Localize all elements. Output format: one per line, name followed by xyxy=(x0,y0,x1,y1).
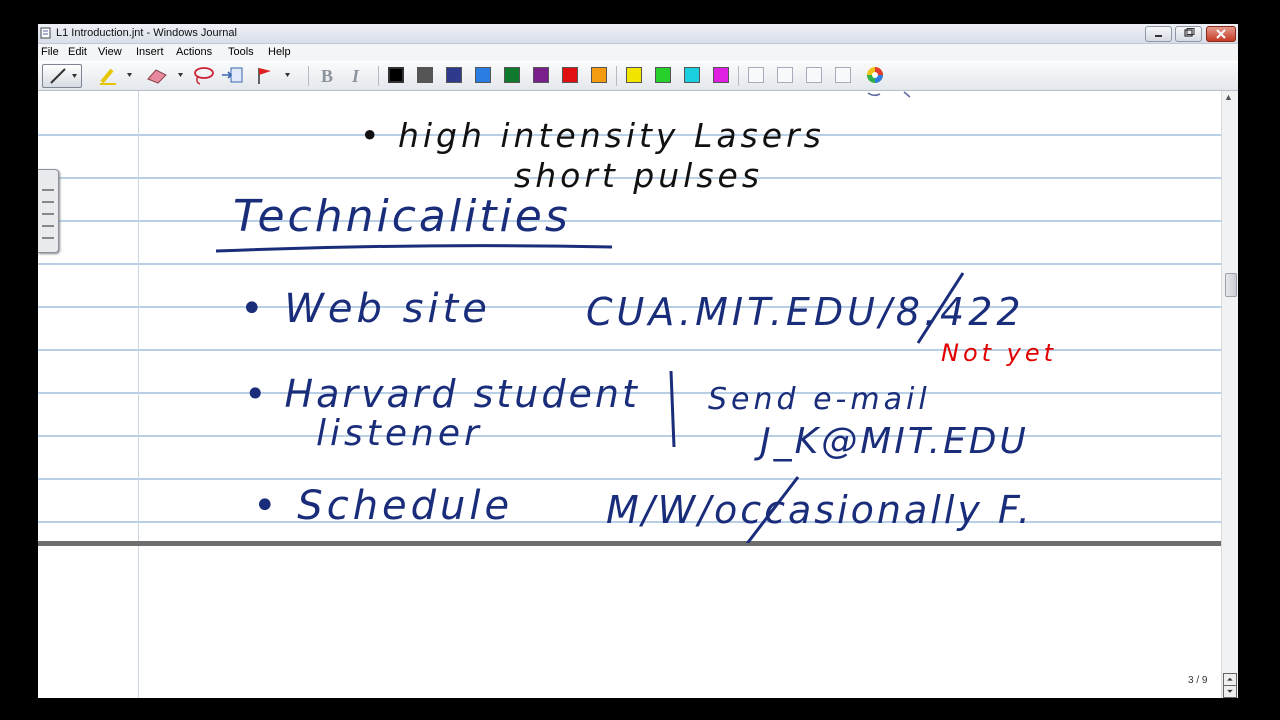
ink-heading-technicalities: Technicalities xyxy=(233,191,571,242)
maximize-button[interactable] xyxy=(1175,26,1202,42)
menu-bar: File Edit View Insert Actions Tools Help xyxy=(38,44,1238,61)
page-tab-handle[interactable] xyxy=(38,169,59,253)
color-picker-button[interactable] xyxy=(864,64,886,86)
menu-edit[interactable]: Edit xyxy=(68,45,87,59)
double-chevron-down-icon: ⏷ xyxy=(1226,687,1234,696)
menu-actions[interactable]: Actions xyxy=(176,45,212,59)
ink-schedule: • Schedule xyxy=(253,483,513,529)
ink-url: CUA.MIT.EDU/8.422 xyxy=(586,290,1025,334)
ink-listener: listener xyxy=(316,413,483,454)
scroll-thumb[interactable] xyxy=(1225,273,1237,297)
color-swatch-red[interactable] xyxy=(562,67,578,83)
color-swatch-navy[interactable] xyxy=(446,67,462,83)
note-canvas[interactable]: • high intensity Lasers short pulses Tec… xyxy=(38,91,1221,698)
color-swatch-black[interactable] xyxy=(388,67,404,83)
minimize-icon xyxy=(1155,35,1162,37)
toolbar-separator xyxy=(378,66,379,86)
double-chevron-up-icon: ⏶ xyxy=(1226,675,1234,684)
page-counter: 3 / 9 xyxy=(1188,675,1208,686)
highlight-swatch-green[interactable] xyxy=(655,67,671,83)
lasso-tool-button[interactable] xyxy=(190,64,216,86)
color-swatch-gray[interactable] xyxy=(417,67,433,83)
lasso-icon xyxy=(194,67,214,85)
restore-icon xyxy=(1184,28,1195,37)
highlighter-tool-button[interactable] xyxy=(94,64,136,86)
toolbar-separator xyxy=(616,66,617,86)
next-page-button[interactable]: ⏷ xyxy=(1223,685,1237,698)
pen-toolbar: B I xyxy=(38,62,1238,91)
title-bar: L1 Introduction.jnt - Windows Journal xyxy=(38,24,1238,44)
ink-line-short-pulses: short pulses xyxy=(514,156,763,195)
insert-space-icon xyxy=(222,67,243,83)
handwritten-ink: • high intensity Lasers short pulses Tec… xyxy=(215,91,1057,543)
bold-button[interactable]: B xyxy=(321,65,333,87)
grip-icon xyxy=(42,189,54,239)
ink-harvard-student: • Harvard student xyxy=(244,372,640,416)
ink-send-email: Send e-mail xyxy=(708,382,931,417)
menu-help[interactable]: Help xyxy=(268,45,291,59)
custom-swatch[interactable] xyxy=(835,67,851,83)
custom-swatch[interactable] xyxy=(748,67,764,83)
insert-space-button[interactable] xyxy=(220,64,246,86)
custom-swatch[interactable] xyxy=(806,67,822,83)
ink-not-yet: Not yet xyxy=(941,339,1057,367)
color-swatch-blue[interactable] xyxy=(475,67,491,83)
close-button[interactable] xyxy=(1206,26,1236,42)
menu-file[interactable]: File xyxy=(41,45,59,59)
custom-swatch[interactable] xyxy=(777,67,793,83)
journal-window: L1 Introduction.jnt - Windows Journal Fi… xyxy=(38,24,1238,698)
ink-line-lasers: • high intensity Lasers xyxy=(360,116,825,155)
eraser-icon xyxy=(147,69,183,84)
color-swatch-green[interactable] xyxy=(504,67,520,83)
highlight-swatch-magenta[interactable] xyxy=(713,67,729,83)
highlight-swatch-yellow[interactable] xyxy=(626,67,642,83)
menu-tools[interactable]: Tools xyxy=(228,45,254,59)
close-icon xyxy=(1216,29,1226,39)
heading-underline xyxy=(215,244,613,253)
toolbar-separator xyxy=(738,66,739,86)
ink-schedule-days: M/W/occasionally F. xyxy=(606,488,1033,532)
eraser-tool-button[interactable] xyxy=(142,64,188,86)
flag-button[interactable] xyxy=(252,64,294,86)
italic-button[interactable]: I xyxy=(352,65,359,87)
toolbar-separator xyxy=(308,66,309,86)
flag-icon xyxy=(258,68,290,84)
scroll-up-arrow-icon[interactable]: ▲ xyxy=(1224,92,1233,102)
vertical-scrollbar[interactable]: ▲ xyxy=(1221,91,1238,698)
color-wheel-icon xyxy=(867,67,883,83)
journal-app-icon xyxy=(40,27,51,39)
color-swatch-orange[interactable] xyxy=(591,67,607,83)
window-title: L1 Introduction.jnt - Windows Journal xyxy=(56,27,237,39)
menu-insert[interactable]: Insert xyxy=(136,45,164,59)
divider-stroke xyxy=(669,370,676,448)
ink-email-address: J_K@MIT.EDU xyxy=(754,421,1029,462)
highlight-swatch-cyan[interactable] xyxy=(684,67,700,83)
menu-view[interactable]: View xyxy=(98,45,122,59)
color-swatch-purple[interactable] xyxy=(533,67,549,83)
pen-tool-button[interactable] xyxy=(42,64,82,88)
ink-web-site: • Web site xyxy=(240,286,491,332)
minimize-button[interactable] xyxy=(1145,26,1172,42)
highlighter-icon xyxy=(100,68,132,85)
pen-icon xyxy=(50,68,77,84)
